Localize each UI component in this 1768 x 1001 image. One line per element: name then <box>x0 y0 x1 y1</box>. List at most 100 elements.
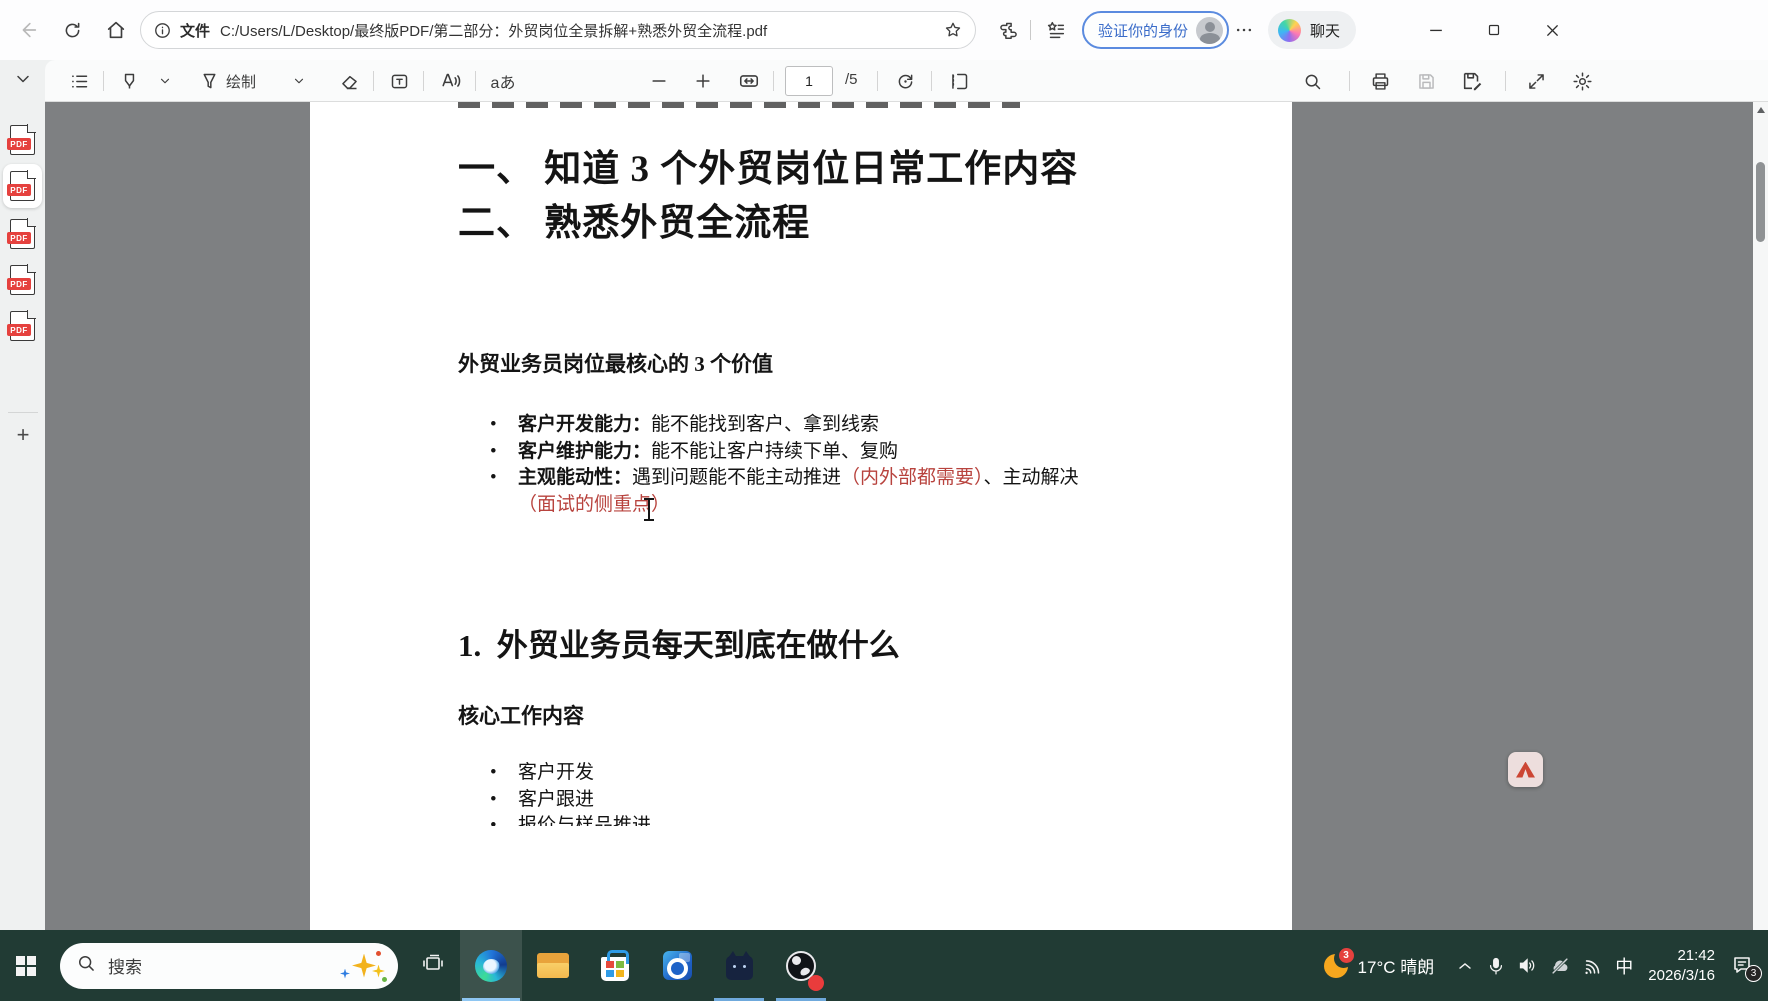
save-as-button[interactable] <box>1456 65 1488 97</box>
bullet-lead: 主观能动性： <box>518 467 632 488</box>
close-button[interactable] <box>1536 14 1568 46</box>
toc-button[interactable] <box>63 65 95 97</box>
tab-pdf-5[interactable]: PDF <box>3 304 42 348</box>
chevron-down-icon <box>292 74 306 88</box>
collapse-tabs-button[interactable] <box>10 68 36 94</box>
back-button <box>12 14 44 46</box>
toolbar-separator <box>1349 71 1350 91</box>
page-total-label: /5 <box>845 71 858 88</box>
browser-essentials-button[interactable] <box>992 14 1024 46</box>
settings-menu-button[interactable] <box>1228 14 1260 46</box>
scroll-up-arrow[interactable] <box>1757 107 1765 113</box>
tab-pdf-4[interactable]: PDF <box>3 258 42 302</box>
erase-button[interactable] <box>333 65 365 97</box>
bullet-text: 、主动解决 <box>984 467 1079 488</box>
action-center-button[interactable]: 3 <box>1730 953 1756 979</box>
clock-date: 2026/3/16 <box>1648 966 1715 986</box>
taskbar-file-explorer-button[interactable] <box>522 930 584 1001</box>
browser-essentials-icon <box>998 20 1019 41</box>
save-icon <box>1416 71 1437 92</box>
outlook-icon <box>663 951 692 980</box>
read-aloud-button[interactable] <box>435 65 467 97</box>
list-item: 客户开发能力：能不能找到客户、拿到线索 <box>482 412 1142 439</box>
info-icon[interactable] <box>153 21 172 40</box>
address-url[interactable]: C:/Users/L/Desktop/最终版PDF/第二部分：外贸岗位全景拆解+… <box>220 20 935 41</box>
onedrive-offline-icon[interactable] <box>1549 955 1571 977</box>
taskbar-outlook-button[interactable] <box>646 930 708 1001</box>
translate-button[interactable]: aあ <box>487 65 519 97</box>
new-tab-button[interactable]: + <box>8 420 38 450</box>
draw-dropdown[interactable] <box>283 65 315 97</box>
search-highlights-icon[interactable] <box>338 949 382 983</box>
pdf-settings-button[interactable] <box>1566 65 1598 97</box>
doc-heading-2: 二、 熟悉外贸全流程 <box>458 192 810 246</box>
network-signal-icon[interactable] <box>1582 955 1604 977</box>
task-view-button[interactable] <box>406 930 460 1001</box>
clock[interactable]: 21:42 2026/3/16 <box>1648 946 1715 985</box>
zoom-in-button[interactable] <box>687 65 719 97</box>
home-button[interactable] <box>100 14 132 46</box>
doc-section-heading: 1. 外贸业务员每天到底在做什么 <box>458 620 900 665</box>
browser-titlebar: 文件 C:/Users/L/Desktop/最终版PDF/第二部分：外贸岗位全景… <box>0 0 1768 60</box>
verify-identity-label: 验证你的身份 <box>1098 20 1188 41</box>
add-text-button[interactable] <box>383 65 415 97</box>
verify-identity-button[interactable]: 验证你的身份 <box>1082 11 1229 49</box>
maximize-icon <box>1485 21 1503 39</box>
hidden-icons-button[interactable] <box>1455 956 1475 976</box>
favorites-button[interactable] <box>1040 14 1072 46</box>
refresh-button[interactable] <box>56 14 88 46</box>
microphone-icon[interactable] <box>1486 956 1506 976</box>
edge-icon <box>475 950 507 982</box>
minimize-button[interactable] <box>1420 14 1452 46</box>
rotate-button[interactable] <box>889 65 921 97</box>
fullscreen-button[interactable] <box>1520 65 1552 97</box>
page-view-button[interactable] <box>943 65 975 97</box>
maximize-button[interactable] <box>1478 14 1510 46</box>
taskbar-app-button[interactable] <box>708 930 770 1001</box>
tab-pdf-1[interactable]: PDF <box>3 118 42 162</box>
start-button[interactable] <box>0 930 52 1001</box>
highlight-dropdown[interactable] <box>149 65 181 97</box>
pdf-file-icon: PDF <box>10 125 35 155</box>
pdf-badge-label: PDF <box>7 138 31 150</box>
taskbar-edge-button[interactable] <box>460 930 522 1001</box>
speaker-icon[interactable] <box>1517 955 1538 976</box>
adobe-acrobat-button[interactable] <box>1508 752 1543 787</box>
bullet-text: 客户跟进 <box>518 789 594 810</box>
weather-widget[interactable]: 3 17°C 晴朗 <box>1323 953 1435 979</box>
doc-core-values-heading: 外贸业务员岗位最核心的 3 个价值 <box>458 348 773 378</box>
draw-button[interactable]: 绘制 <box>195 65 262 97</box>
page-card: 绘制 aあ <box>45 60 1768 930</box>
zoom-out-button[interactable] <box>643 65 675 97</box>
copilot-icon <box>1278 19 1301 42</box>
highlight-button[interactable] <box>113 65 145 97</box>
fit-to-width-button[interactable] <box>733 65 765 97</box>
page-number-input[interactable]: 1 <box>785 66 833 96</box>
translate-icon: aあ <box>491 69 516 93</box>
doc-section-subheading: 核心工作内容 <box>458 700 584 730</box>
highlighter-icon <box>119 71 140 92</box>
tab-pdf-2-active[interactable]: PDF <box>3 164 42 208</box>
tab-pdf-3[interactable]: PDF <box>3 212 42 256</box>
copilot-chat-label: 聊天 <box>1310 20 1340 41</box>
pdf-badge-label: PDF <box>7 232 31 244</box>
address-bar[interactable]: 文件 C:/Users/L/Desktop/最终版PDF/第二部分：外贸岗位全景… <box>140 11 976 49</box>
toolbar-separator <box>773 71 774 91</box>
save-button <box>1410 65 1442 97</box>
copilot-chat-button[interactable]: 聊天 <box>1268 11 1356 49</box>
search-placeholder: 搜索 <box>108 953 142 978</box>
doc-work-list: 客户开发 客户跟进 报价与样品推进 <box>482 760 651 826</box>
vertical-scrollbar[interactable] <box>1753 102 1768 930</box>
taskbar-search-box[interactable]: 搜索 <box>60 943 398 989</box>
print-button[interactable] <box>1364 65 1396 97</box>
taskbar-obs-button[interactable] <box>770 930 832 1001</box>
favorite-star-icon[interactable] <box>943 20 963 40</box>
ime-indicator[interactable]: 中 <box>1615 953 1633 979</box>
scrollbar-thumb[interactable] <box>1756 162 1765 242</box>
taskbar-store-button[interactable] <box>584 930 646 1001</box>
list-item-continuation: （面试的侧重点） <box>482 492 1142 519</box>
fit-width-icon <box>738 70 760 92</box>
minimize-icon <box>1426 20 1446 40</box>
weather-badge: 3 <box>1339 948 1354 963</box>
search-document-button[interactable] <box>1296 65 1328 97</box>
